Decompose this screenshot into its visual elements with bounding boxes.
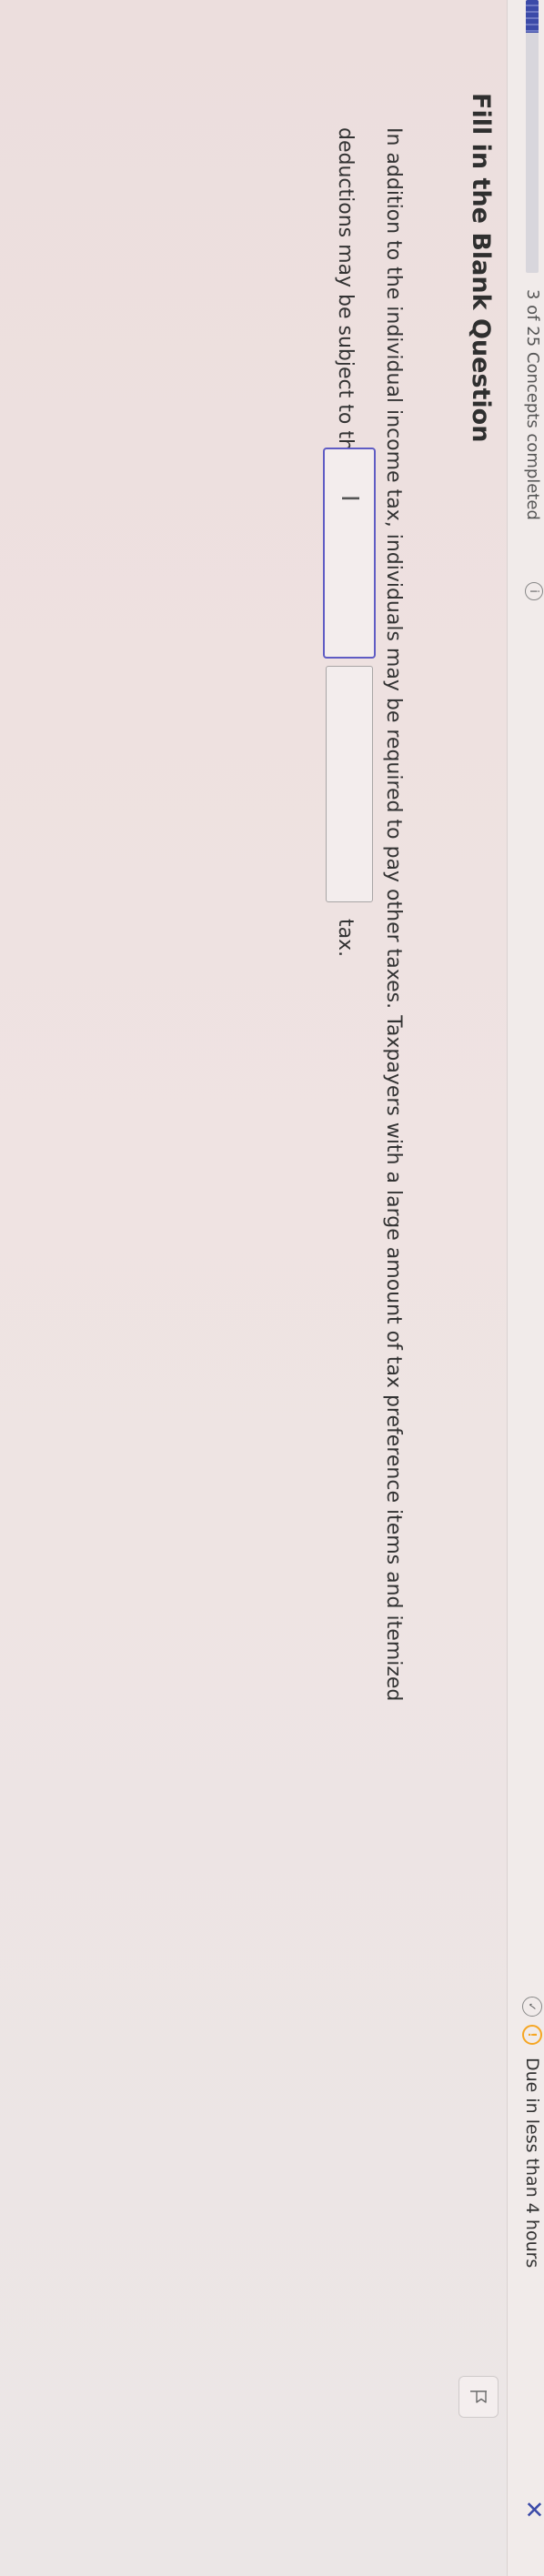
flag-icon — [470, 2390, 487, 2403]
flag-button[interactable] — [458, 2376, 499, 2418]
due-text: Due in less than 4 hours — [522, 2058, 542, 2269]
question-text-line-1: In addition to the individual income tax… — [382, 127, 405, 1702]
question-text-end: tax. — [334, 919, 357, 958]
question-card: Fill in the Blank Question In addition t… — [0, 18, 508, 2520]
text-cursor-icon: I — [336, 495, 363, 502]
progress-text: 3 of 25 Concepts completed — [523, 289, 542, 520]
blank-input-2[interactable] — [326, 666, 373, 902]
progress-bar — [526, 0, 539, 273]
progress-bar-fill — [526, 0, 539, 33]
blank-input-1[interactable]: I — [323, 448, 376, 659]
page: 3 of 25 Concepts completed i ✓ ! Due in … — [0, 0, 544, 2576]
check-icon: ✓ — [522, 1997, 542, 2017]
question-title: Fill in the Blank Question — [467, 93, 495, 443]
question-text-line-2: deductions may be subject to the — [334, 127, 357, 464]
info-icon[interactable]: i — [525, 582, 543, 600]
close-icon[interactable]: ✕ — [519, 2500, 544, 2520]
clock-icon: ! — [522, 2025, 542, 2045]
status-bar: 3 of 25 Concepts completed i ✓ ! Due in … — [507, 0, 544, 2576]
